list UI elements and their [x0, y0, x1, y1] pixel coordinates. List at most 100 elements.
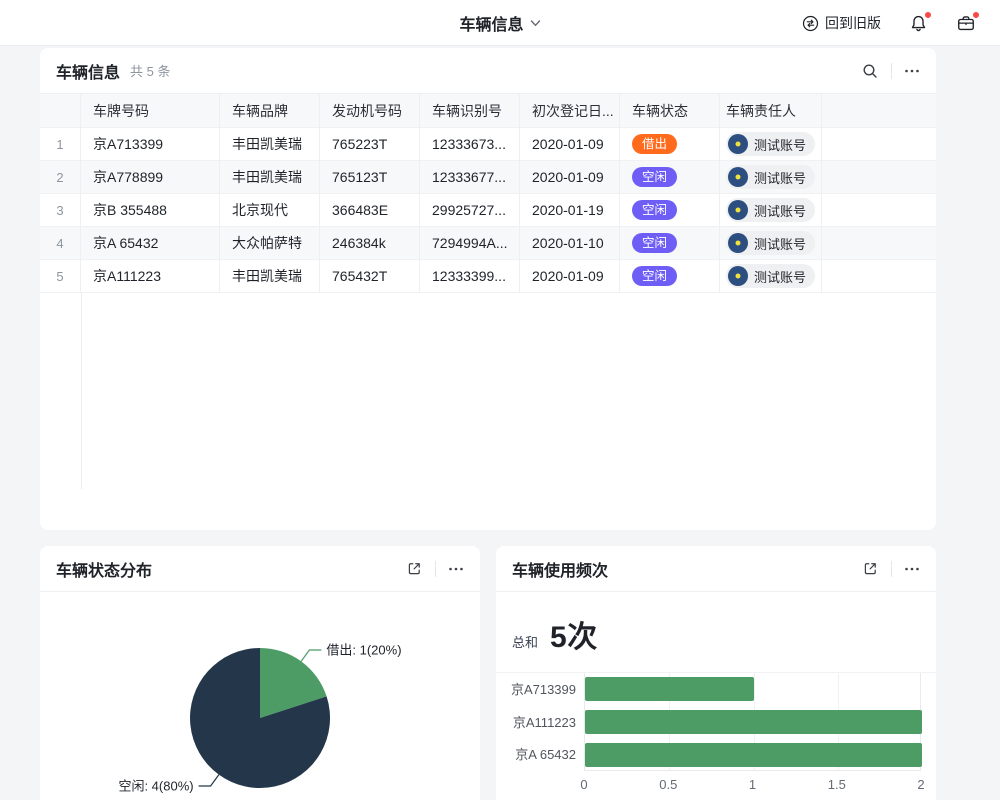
- vehicle-table-card: 车辆信息 共 5 条 车牌号码车辆品牌发动机号码车辆识别号初次登记日...车辆状…: [40, 48, 936, 530]
- owner-name: 测试账号: [754, 234, 806, 253]
- pie-more-button[interactable]: [448, 561, 464, 577]
- page: 车辆信息 回到旧版: [0, 0, 1000, 800]
- x-tick-label: 0.5: [659, 777, 677, 792]
- divider: [435, 561, 436, 577]
- table-card-header: 车辆信息 共 5 条: [40, 48, 936, 94]
- chevron-down-icon: [531, 20, 541, 27]
- column-header[interactable]: 车辆品牌: [220, 94, 320, 127]
- workbench-button[interactable]: [956, 14, 976, 33]
- cell-owner: 测试账号: [720, 260, 822, 292]
- cell-owner: 测试账号: [720, 227, 822, 259]
- cell-brand: 丰田凯美瑞: [220, 161, 320, 193]
- notification-dot: [924, 11, 932, 19]
- cell-vin: 7294994A...: [420, 227, 520, 259]
- table-row[interactable]: 4京A 65432大众帕萨特246384k7294994A...2020-01-…: [40, 227, 936, 260]
- cell-vin: 29925727...: [420, 194, 520, 226]
- table-card-title: 车辆信息: [56, 59, 120, 83]
- total-label: 总和: [512, 632, 538, 651]
- column-header[interactable]: 车辆状态: [620, 94, 720, 127]
- cell-plate: 京A778899: [81, 161, 220, 193]
- open-in-new-icon[interactable]: [406, 560, 423, 577]
- cell-status: 借出: [620, 128, 720, 160]
- bar-card-header: 车辆使用频次: [496, 546, 936, 592]
- cell-brand: 丰田凯美瑞: [220, 260, 320, 292]
- cell-status: 空闲: [620, 194, 720, 226]
- bar-more-button[interactable]: [904, 561, 920, 577]
- bar-category-label: 京A111223: [496, 706, 576, 739]
- cell-reg-date: 2020-01-19: [520, 194, 620, 226]
- table-row[interactable]: 5京A111223丰田凯美瑞765432T12333399...2020-01-…: [40, 260, 936, 293]
- owner-name: 测试账号: [754, 135, 806, 154]
- status-badge: 空闲: [632, 266, 677, 287]
- cell-engine: 246384k: [320, 227, 420, 259]
- table-row[interactable]: 2京A778899丰田凯美瑞765123T12333677...2020-01-…: [40, 161, 936, 194]
- cell-reg-date: 2020-01-09: [520, 161, 620, 193]
- status-distribution-card: 车辆状态分布 借出: 1(20%) 空闲: 4(80%): [40, 546, 480, 800]
- owner-name: 测试账号: [754, 168, 806, 187]
- app-title-dropdown[interactable]: 车辆信息: [459, 0, 540, 46]
- cell-status: 空闲: [620, 227, 720, 259]
- cell-status: 空闲: [620, 161, 720, 193]
- cell-reg-date: 2020-01-09: [520, 128, 620, 160]
- column-header[interactable]: 车辆责任人: [720, 94, 822, 127]
- column-header[interactable]: 发动机号码: [320, 94, 420, 127]
- bar-plot-area: [584, 673, 921, 771]
- column-header[interactable]: 车牌号码: [81, 94, 220, 127]
- owner-chip: 测试账号: [726, 231, 815, 255]
- owner-chip: 测试账号: [726, 132, 815, 156]
- cell-empty: [822, 161, 936, 193]
- pie-leader-line: [301, 650, 321, 661]
- pie-card-header: 车辆状态分布: [40, 546, 480, 592]
- cell-plate: 京A111223: [81, 260, 220, 292]
- column-header-empty: [822, 94, 936, 127]
- status-badge: 空闲: [632, 233, 677, 254]
- owner-avatar: [728, 200, 748, 220]
- more-actions-button[interactable]: [904, 63, 920, 79]
- owner-chip: 测试账号: [726, 264, 815, 288]
- owner-chip: 测试账号: [726, 165, 815, 189]
- x-tick-label: 2: [917, 777, 924, 792]
- notifications-button[interactable]: [909, 14, 928, 33]
- cell-brand: 丰田凯美瑞: [220, 128, 320, 160]
- column-header[interactable]: 车辆识别号: [420, 94, 520, 127]
- record-count: 共 5 条: [130, 61, 170, 80]
- cell-reg-date: 2020-01-10: [520, 227, 620, 259]
- usage-bar-chart: 00.511.52京A713399京A111223京A 65432使用次数: [496, 672, 936, 800]
- table-row[interactable]: 3京B 355488北京现代366483E29925727...2020-01-…: [40, 194, 936, 227]
- back-to-old-label: 回到旧版: [825, 13, 881, 33]
- cell-empty: [822, 227, 936, 259]
- cell-engine: 765223T: [320, 128, 420, 160]
- topbar: 车辆信息 回到旧版: [0, 0, 1000, 46]
- open-in-new-icon[interactable]: [862, 560, 879, 577]
- table-header-row: 车牌号码车辆品牌发动机号码车辆识别号初次登记日...车辆状态车辆责任人: [40, 94, 936, 128]
- cell-engine: 765123T: [320, 161, 420, 193]
- row-number: 1: [40, 128, 81, 160]
- bar-京A713399: [585, 677, 754, 701]
- pie-label: 借出: 1(20%): [326, 643, 401, 658]
- switch-version-icon: [802, 15, 819, 32]
- row-number: 5: [40, 260, 81, 292]
- pie-card-title: 车辆状态分布: [56, 557, 152, 581]
- search-button[interactable]: [861, 62, 879, 80]
- owner-name: 测试账号: [754, 267, 806, 286]
- x-tick-label: 0: [580, 777, 587, 792]
- cell-owner: 测试账号: [720, 128, 822, 160]
- cell-brand: 大众帕萨特: [220, 227, 320, 259]
- cell-brand: 北京现代: [220, 194, 320, 226]
- cell-owner: 测试账号: [720, 194, 822, 226]
- cell-empty: [822, 260, 936, 292]
- column-header-index: [40, 94, 81, 127]
- row-number: 4: [40, 227, 81, 259]
- table-card-actions: [861, 62, 920, 80]
- cell-plate: 京A713399: [81, 128, 220, 160]
- app-title: 车辆信息: [459, 11, 523, 35]
- pie-label: 空闲: 4(80%): [118, 779, 193, 794]
- bar-category-label: 京A713399: [496, 673, 576, 706]
- cell-empty: [822, 194, 936, 226]
- column-header[interactable]: 初次登记日...: [520, 94, 620, 127]
- bar-京A 65432: [585, 743, 922, 767]
- back-to-old-version-button[interactable]: 回到旧版: [802, 13, 881, 33]
- divider: [891, 561, 892, 577]
- bar-card-actions: [862, 560, 920, 577]
- table-row[interactable]: 1京A713399丰田凯美瑞765223T12333673...2020-01-…: [40, 128, 936, 161]
